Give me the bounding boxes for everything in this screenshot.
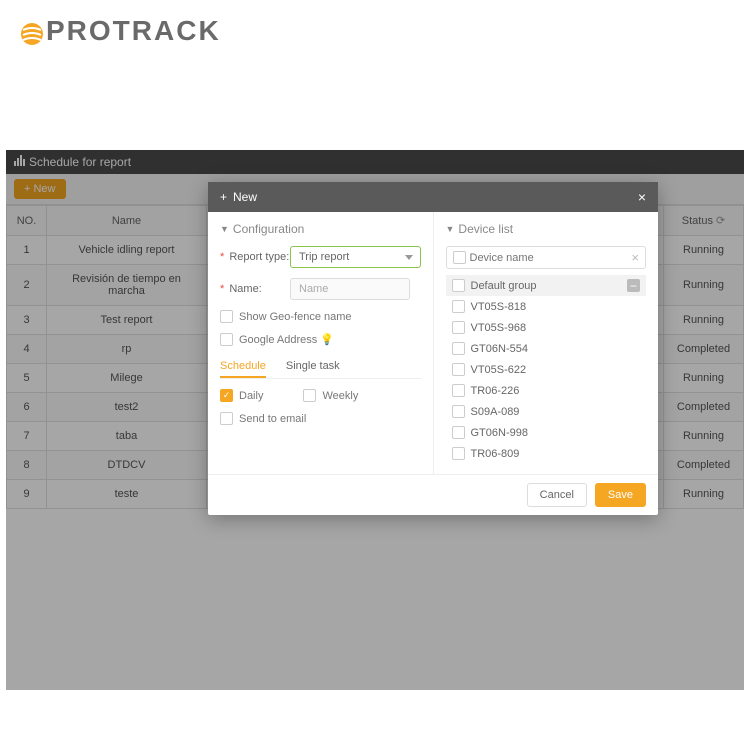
tab-schedule[interactable]: Schedule <box>220 356 266 378</box>
device-search[interactable]: × <box>446 246 647 269</box>
send-email-checkbox[interactable]: Send to email <box>220 412 421 425</box>
checkbox-icon <box>452 300 465 313</box>
name-label: * Name: <box>220 283 290 295</box>
device-heading: ▼Device list <box>446 222 647 236</box>
device-item[interactable]: TR06-809 <box>446 443 647 464</box>
checkbox-icon <box>303 389 316 402</box>
logo-icon <box>20 21 44 45</box>
checkbox-icon <box>452 405 465 418</box>
cancel-button[interactable]: Cancel <box>527 483 587 507</box>
brand-text: PROTRACK <box>46 15 221 46</box>
weekly-checkbox[interactable]: Weekly <box>303 389 358 402</box>
checkbox-icon <box>452 447 465 460</box>
save-button[interactable]: Save <box>595 483 646 507</box>
collapse-icon[interactable]: − <box>627 279 640 292</box>
modal-footer: Cancel Save <box>208 474 658 515</box>
bulb-icon: 💡 <box>320 333 334 346</box>
report-type-label: * Report type: <box>220 251 290 263</box>
device-item[interactable]: TR06-226 <box>446 380 647 401</box>
configuration-panel: ▼Configuration * Report type: Trip repor… <box>208 212 434 474</box>
checkbox-icon <box>220 333 233 346</box>
schedule-tabs: Schedule Single task <box>220 356 421 379</box>
checkbox-icon <box>452 279 465 292</box>
checkbox-checked-icon: ✓ <box>220 389 233 402</box>
show-geofence-checkbox[interactable]: Show Geo-fence name <box>220 310 421 323</box>
device-item[interactable]: GT06N-554 <box>446 338 647 359</box>
close-icon[interactable]: × <box>638 189 646 205</box>
checkbox-icon <box>452 426 465 439</box>
device-item[interactable]: VT05S-622 <box>446 359 647 380</box>
daily-checkbox[interactable]: ✓ Daily <box>220 389 263 402</box>
device-item[interactable]: VT05S-968 <box>446 317 647 338</box>
report-type-select[interactable]: Trip report <box>290 246 421 268</box>
checkbox-icon <box>452 321 465 334</box>
device-list-panel: ▼Device list × Default group − VT05S-818… <box>434 212 659 474</box>
device-item[interactable]: S09A-089 <box>446 401 647 422</box>
checkbox-icon <box>452 363 465 376</box>
tab-single-task[interactable]: Single task <box>286 356 340 378</box>
checkbox-icon <box>220 412 233 425</box>
modal-header: + New × <box>208 182 658 212</box>
config-heading: ▼Configuration <box>220 222 421 236</box>
plus-icon: + <box>220 190 227 204</box>
name-input[interactable]: Name <box>290 278 410 300</box>
chevron-down-icon: ▼ <box>220 224 229 234</box>
modal-title: New <box>233 190 257 204</box>
brand-logo: PROTRACK <box>20 15 221 47</box>
checkbox-icon <box>452 342 465 355</box>
checkbox-icon <box>453 251 466 264</box>
device-item[interactable]: GT06N-998 <box>446 422 647 443</box>
google-address-checkbox[interactable]: Google Address 💡 <box>220 333 421 346</box>
device-item[interactable]: VT05S-818 <box>446 296 647 317</box>
chevron-down-icon: ▼ <box>446 224 455 234</box>
checkbox-icon <box>452 384 465 397</box>
clear-icon[interactable]: × <box>631 250 639 265</box>
new-report-modal: + New × ▼Configuration * Report type: Tri… <box>208 182 658 515</box>
checkbox-icon <box>220 310 233 323</box>
device-search-input[interactable] <box>470 252 632 264</box>
device-group-row[interactable]: Default group − <box>446 275 647 296</box>
